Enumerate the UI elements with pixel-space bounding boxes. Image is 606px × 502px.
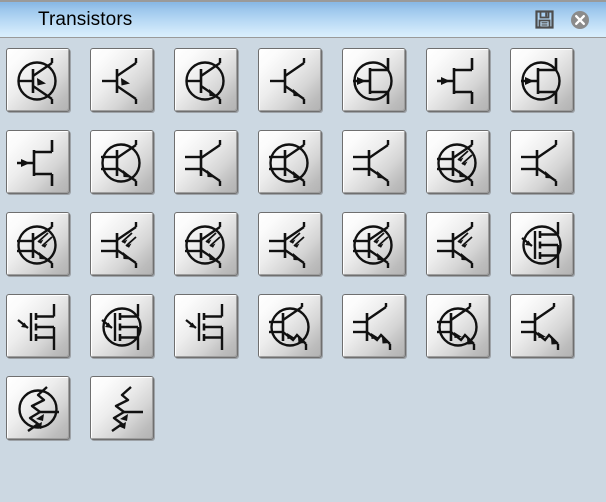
put-icon xyxy=(110,385,145,432)
pnp-phototransistor-enclosed-icon xyxy=(15,220,57,268)
symbol-button-photo-darlington[interactable] xyxy=(426,212,490,276)
n-mosfet-enclosed-icon xyxy=(100,302,142,350)
npn-phototransistor-icon xyxy=(267,220,306,268)
n-mosfet-icon xyxy=(184,302,224,350)
symbol-button-p-mosfet-enclosed[interactable] xyxy=(510,212,574,276)
window-titlebar: Transistors xyxy=(0,0,606,38)
transistors-palette-window: Transistors xyxy=(0,0,606,502)
symbol-button-npn-darlington-enclosed[interactable] xyxy=(258,130,322,194)
symbol-button-pnp-darlington-enclosed[interactable] xyxy=(90,130,154,194)
symbol-button-p-jfet[interactable] xyxy=(6,130,70,194)
pnp-bjt-enclosed-icon xyxy=(16,56,57,104)
p-jfet-enclosed-icon xyxy=(519,56,561,104)
symbol-button-npn-bjt-enclosed[interactable] xyxy=(174,48,238,112)
symbol-button-pnp-phototransistor-enclosed[interactable] xyxy=(6,212,70,276)
symbol-button-ujt-enclosed[interactable] xyxy=(258,294,322,358)
close-button[interactable] xyxy=(569,9,591,31)
symbol-button-npn-darlington[interactable] xyxy=(342,130,406,194)
npn-bjt-enclosed-icon xyxy=(184,56,225,104)
pnp-multi-emitter-icon xyxy=(519,138,558,186)
symbol-button-npn-phototransistor[interactable] xyxy=(258,212,322,276)
npn-darlington-icon xyxy=(351,138,390,186)
palette-row xyxy=(6,130,606,194)
floppy-disk-icon xyxy=(534,10,554,29)
symbol-button-photo-darlington-enclosed[interactable] xyxy=(342,212,406,276)
npn-bjt-icon xyxy=(268,56,306,104)
symbol-button-pnp-darlington[interactable] xyxy=(174,130,238,194)
palette-row xyxy=(6,48,606,112)
symbol-button-pnp-phototransistor[interactable] xyxy=(90,212,154,276)
symbol-button-n-mosfet[interactable] xyxy=(174,294,238,358)
symbol-button-pnp-bjt-enclosed[interactable] xyxy=(6,48,70,112)
pnp-darlington-icon xyxy=(183,138,222,186)
symbol-button-pnp-multi-emitter-enclosed[interactable] xyxy=(426,130,490,194)
ujt-p-icon xyxy=(519,302,560,350)
photo-darlington-icon xyxy=(435,220,474,268)
symbol-palette xyxy=(0,38,606,440)
palette-row xyxy=(6,294,606,358)
p-mosfet-icon xyxy=(16,302,56,350)
pnp-multi-emitter-enclosed-icon xyxy=(435,138,477,186)
palette-row xyxy=(6,212,606,276)
symbol-button-npn-phototransistor-enclosed[interactable] xyxy=(174,212,238,276)
symbol-button-n-jfet[interactable] xyxy=(426,48,490,112)
window-title: Transistors xyxy=(38,9,133,30)
symbol-button-put-enclosed[interactable] xyxy=(6,376,70,440)
p-jfet-icon xyxy=(15,138,54,186)
symbol-button-n-jfet-enclosed[interactable] xyxy=(342,48,406,112)
photo-darlington-enclosed-icon xyxy=(351,220,393,268)
p-mosfet-enclosed-icon xyxy=(520,220,562,268)
put-enclosed-icon xyxy=(18,385,61,432)
save-button[interactable] xyxy=(533,9,555,31)
ujt-p-enclosed-icon xyxy=(435,302,478,350)
palette-row xyxy=(6,376,606,440)
symbol-button-pnp-multi-emitter[interactable] xyxy=(510,130,574,194)
symbol-button-ujt[interactable] xyxy=(342,294,406,358)
titlebar-button-group xyxy=(533,9,591,31)
ujt-enclosed-icon xyxy=(267,302,310,350)
npn-darlington-enclosed-icon xyxy=(267,138,309,186)
n-jfet-icon xyxy=(435,56,474,104)
npn-phototransistor-enclosed-icon xyxy=(183,220,225,268)
symbol-button-p-mosfet[interactable] xyxy=(6,294,70,358)
symbol-button-put[interactable] xyxy=(90,376,154,440)
pnp-bjt-icon xyxy=(100,56,138,104)
symbol-button-ujt-p[interactable] xyxy=(510,294,574,358)
symbol-button-n-mosfet-enclosed[interactable] xyxy=(90,294,154,358)
close-icon xyxy=(571,10,589,29)
pnp-phototransistor-icon xyxy=(99,220,138,268)
pnp-darlington-enclosed-icon xyxy=(99,138,141,186)
symbol-button-p-jfet-enclosed[interactable] xyxy=(510,48,574,112)
n-jfet-enclosed-icon xyxy=(351,56,393,104)
symbol-button-ujt-p-enclosed[interactable] xyxy=(426,294,490,358)
symbol-button-pnp-bjt[interactable] xyxy=(90,48,154,112)
symbol-button-npn-bjt[interactable] xyxy=(258,48,322,112)
ujt-icon xyxy=(351,302,392,350)
